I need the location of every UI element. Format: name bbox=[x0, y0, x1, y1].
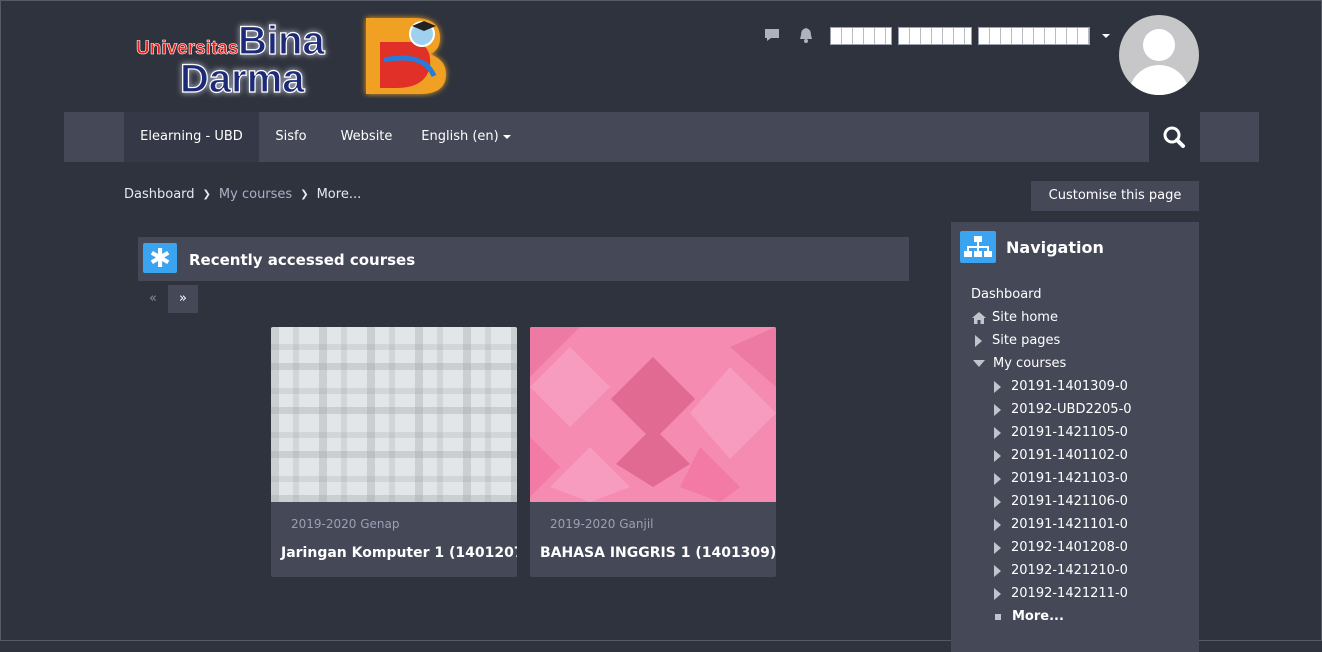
bullet-icon bbox=[995, 613, 1001, 620]
nav-site-pages[interactable]: Site pages bbox=[975, 333, 1060, 348]
chevron-right-icon: ❯ bbox=[300, 189, 309, 200]
nav-site-home[interactable]: Site home bbox=[971, 310, 1058, 325]
expand-arrow-icon bbox=[994, 495, 1001, 508]
course-image[interactable] bbox=[530, 327, 776, 502]
course-image[interactable] bbox=[271, 327, 517, 502]
user-name-redacted bbox=[898, 27, 972, 45]
course-category: 2019-2020 Genap bbox=[291, 517, 400, 531]
pager-next-button[interactable]: » bbox=[168, 285, 198, 313]
chevron-down-icon bbox=[1102, 34, 1110, 38]
nav-dashboard-link[interactable]: Dashboard bbox=[971, 287, 1042, 302]
recent-courses-pager: « » bbox=[138, 285, 198, 313]
navigation-block: Navigation Dashboard Site home Site page… bbox=[951, 222, 1199, 652]
expand-arrow-icon bbox=[994, 426, 1001, 439]
nav-language[interactable]: English (en) bbox=[416, 112, 516, 162]
search-button[interactable] bbox=[1149, 112, 1200, 162]
navbar-right-panel bbox=[1200, 112, 1259, 162]
main-navbar: Elearning - UBD Sisfo Website English (e… bbox=[64, 112, 1149, 162]
recent-courses-header: ✱ Recently accessed courses bbox=[138, 237, 909, 281]
course-category: 2019-2020 Ganjil bbox=[550, 517, 654, 531]
nav-sisfo[interactable]: Sisfo bbox=[259, 112, 323, 162]
expand-arrow-icon bbox=[994, 564, 1001, 577]
expand-arrow-icon bbox=[994, 541, 1001, 554]
nav-course-item[interactable]: 20192-1421210-0 bbox=[994, 563, 1128, 578]
sitemap-icon bbox=[960, 231, 996, 263]
avatar[interactable] bbox=[1119, 15, 1199, 95]
nav-my-courses[interactable]: My courses bbox=[973, 356, 1066, 371]
nav-course-item[interactable]: 20191-1421101-0 bbox=[994, 517, 1128, 532]
nav-more-courses[interactable]: More... bbox=[994, 609, 1064, 624]
chevron-right-icon: ❯ bbox=[202, 189, 211, 200]
nav-course-item[interactable]: 20191-1421105-0 bbox=[994, 425, 1128, 440]
pager-prev-button[interactable]: « bbox=[138, 285, 168, 313]
nav-course-item[interactable]: 20192-UBD2205-0 bbox=[994, 402, 1132, 417]
university-logo[interactable]: Universitas Bina Darma bbox=[134, 12, 452, 102]
logo-universitas: Universitas bbox=[136, 38, 238, 59]
customise-page-button[interactable]: Customise this page bbox=[1031, 181, 1199, 211]
expand-arrow-icon bbox=[994, 587, 1001, 600]
home-icon bbox=[972, 311, 986, 324]
nav-elearning[interactable]: Elearning - UBD bbox=[124, 112, 259, 162]
course-card[interactable]: 2019-2020 Ganjil BAHASA INGGRIS 1 (14013… bbox=[530, 327, 776, 577]
bell-icon[interactable] bbox=[797, 26, 815, 44]
course-name[interactable]: BAHASA INGGRIS 1 (1401309) bbox=[540, 545, 776, 561]
expand-arrow-icon bbox=[994, 472, 1001, 485]
expand-arrow-icon bbox=[994, 449, 1001, 462]
expand-arrow-icon bbox=[994, 518, 1001, 531]
expand-arrow-icon bbox=[994, 403, 1001, 416]
search-icon bbox=[1163, 126, 1185, 148]
user-menu[interactable] bbox=[830, 27, 1110, 45]
nav-course-item[interactable]: 20191-1421106-0 bbox=[994, 494, 1128, 509]
nav-website[interactable]: Website bbox=[328, 112, 405, 162]
breadcrumb: Dashboard ❯ My courses ❯ More... bbox=[124, 187, 361, 202]
nav-course-item[interactable]: 20192-1401208-0 bbox=[994, 540, 1128, 555]
chevron-down-icon bbox=[502, 134, 511, 139]
navigation-title: Navigation bbox=[1006, 238, 1104, 257]
course-card[interactable]: 2019-2020 Genap Jaringan Komputer 1 (140… bbox=[271, 327, 517, 577]
nav-course-item[interactable]: 20191-1421103-0 bbox=[994, 471, 1128, 486]
asterisk-icon: ✱ bbox=[143, 243, 177, 274]
user-name-redacted bbox=[830, 27, 892, 45]
recent-courses-title: Recently accessed courses bbox=[189, 251, 416, 269]
user-name-redacted bbox=[978, 27, 1090, 45]
breadcrumb-dashboard[interactable]: Dashboard bbox=[124, 187, 195, 202]
nav-course-item[interactable]: 20191-1401102-0 bbox=[994, 448, 1128, 463]
expand-arrow-icon bbox=[975, 334, 982, 347]
nav-course-item[interactable]: 20192-1421211-0 bbox=[994, 586, 1128, 601]
course-name[interactable]: Jaringan Komputer 1 (1401207) bbox=[281, 545, 517, 561]
breadcrumb-my-courses[interactable]: My courses bbox=[219, 187, 292, 202]
breadcrumb-more[interactable]: More... bbox=[317, 187, 362, 202]
chat-icon[interactable] bbox=[763, 26, 781, 44]
nav-course-item[interactable]: 20191-1401309-0 bbox=[994, 379, 1128, 394]
collapse-arrow-icon bbox=[973, 360, 985, 367]
expand-arrow-icon bbox=[994, 380, 1001, 393]
logo-darma: Darma bbox=[180, 57, 305, 98]
